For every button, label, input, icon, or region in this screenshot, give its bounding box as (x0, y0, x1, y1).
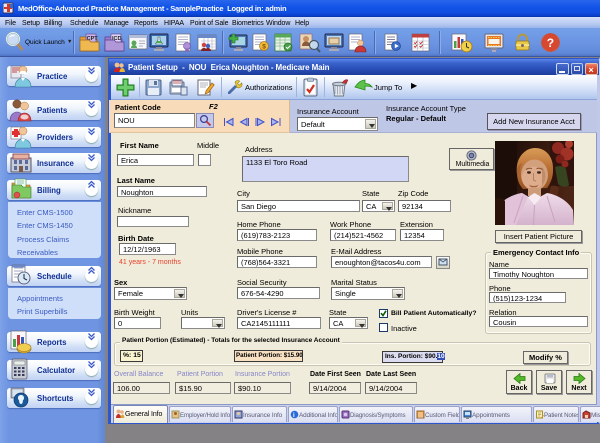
svg-text:?: ? (547, 36, 554, 50)
svg-text:$: $ (262, 44, 266, 51)
